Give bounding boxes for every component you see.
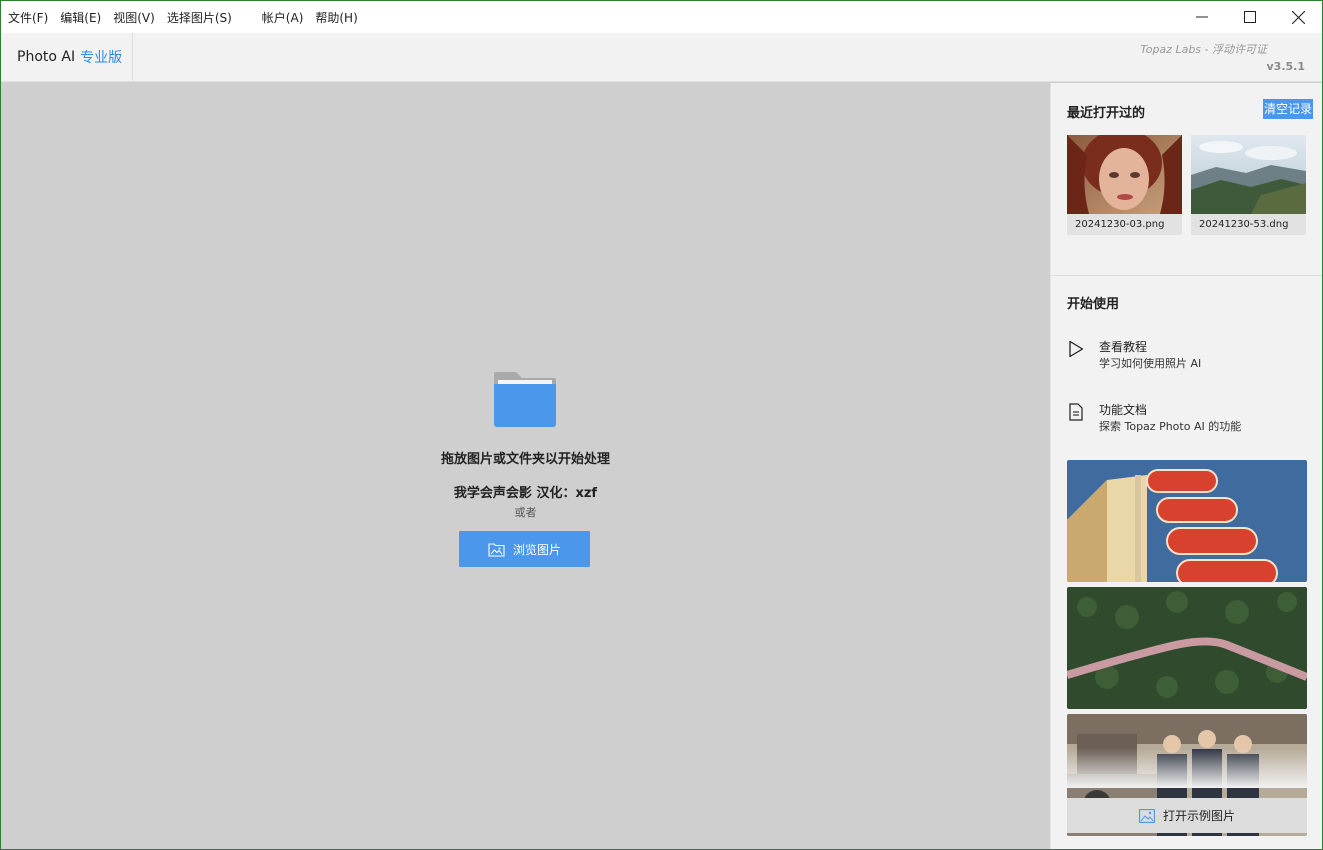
minimize-button[interactable] [1178,1,1226,33]
recent-title: 最近打开过的 [1067,106,1146,121]
aerial-forest-picture [1067,587,1307,709]
sample-image-aerial[interactable] [1067,587,1307,709]
menu-account[interactable]: 帐户(A) [256,9,310,26]
brand: Photo AI 专业版 [1,33,133,81]
recent-file-card[interactable]: 20241230-53.dng [1191,135,1306,235]
license-text: Topaz Labs - 浮动许可证 [1140,43,1267,56]
maximize-button[interactable] [1226,1,1274,33]
open-sample-label: 打开示例图片 [1162,809,1235,823]
documentation-link[interactable]: 功能文档 探索 Topaz Photo AI 的功能 [1067,401,1307,441]
get-started-title: 开始使用 [1067,297,1120,312]
folder-icon [494,372,556,427]
or-label: 或者 [514,506,537,519]
menu-file[interactable]: 文件(F) [1,9,54,26]
menu-bar: 文件(F) 编辑(E) 视图(V) 选择图片(S) 帐户(A) 帮助(H) [1,1,1322,33]
clear-history-button[interactable]: 清空记录 [1263,99,1314,119]
drop-zone[interactable]: 拖放图片或文件夹以开始处理 我学会声会影 汉化：xzf 或者 浏览图片 [1,83,1050,849]
menu-help[interactable]: 帮助(H) [309,9,363,26]
tutorials-subtitle: 学习如何使用照片 AI [1099,357,1202,370]
image-folder-icon [488,542,505,557]
app-header: Photo AI 专业版 Topaz Labs - 浮动许可证 v3.5.1 [1,33,1322,82]
portrait-thumbnail [1067,135,1182,214]
menu-edit[interactable]: 编辑(E) [54,9,107,26]
menu-select-image[interactable]: 选择图片(S) [161,9,238,26]
recent-file-name: 20241230-03.png [1075,219,1165,230]
play-icon [1069,340,1084,358]
app-window: 文件(F) 编辑(E) 视图(V) 选择图片(S) 帐户(A) 帮助(H) Ph… [0,0,1323,850]
close-icon [1291,10,1305,24]
browse-images-button[interactable]: 浏览图片 [459,531,590,567]
version-text: v3.5.1 [1266,60,1306,73]
minimize-icon [1196,16,1208,18]
image-icon [1139,808,1155,823]
landscape-thumbnail [1191,135,1306,214]
documentation-subtitle: 探索 Topaz Photo AI 的功能 [1099,420,1242,433]
sample-image-sign[interactable] [1067,460,1307,582]
recent-file-name: 20241230-53.dng [1199,219,1289,230]
tutorials-title: 查看教程 [1099,340,1148,354]
window-controls [1178,1,1322,33]
browse-images-label: 浏览图片 [512,542,561,557]
app-name: Photo AI [17,49,76,65]
drop-instruction: 拖放图片或文件夹以开始处理 [440,452,610,467]
section-divider [1051,275,1322,276]
edition-badge: 专业版 [80,50,123,66]
close-button[interactable] [1274,1,1322,33]
documentation-title: 功能文档 [1099,403,1148,417]
open-sample-button[interactable]: 打开示例图片 [1067,798,1307,833]
neon-sign-picture [1067,460,1307,582]
document-icon [1069,403,1083,421]
menu-view[interactable]: 视图(V) [107,9,161,26]
localization-credit: 我学会声会影 汉化：xzf [453,486,598,501]
sidebar: 最近打开过的 清空记录 20241230-03.png 20241230-53.… [1050,83,1322,849]
sample-fade-overlay [1067,748,1307,788]
maximize-icon [1244,11,1256,23]
recent-file-card[interactable]: 20241230-03.png [1067,135,1182,235]
tutorials-link[interactable]: 查看教程 学习如何使用照片 AI [1067,338,1307,378]
